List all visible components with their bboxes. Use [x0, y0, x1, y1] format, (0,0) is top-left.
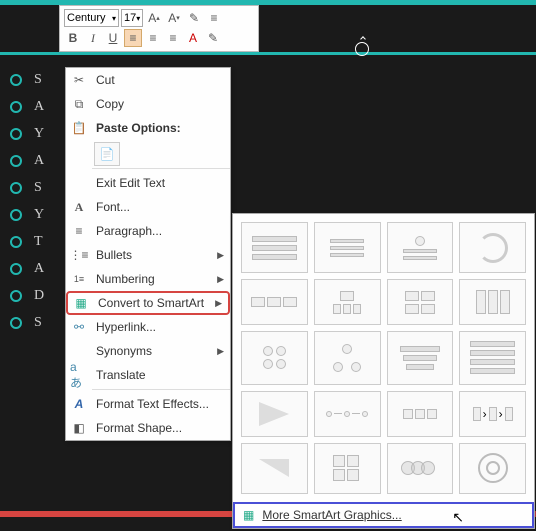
menu-format-text[interactable]: A Format Text Effects... [66, 392, 230, 416]
menu-label: Translate [96, 368, 224, 382]
smartart-option[interactable] [387, 391, 454, 436]
scissors-icon: ✂ [70, 71, 88, 89]
align-center-button[interactable]: ≡ [144, 29, 162, 47]
rotate-handle-icon[interactable] [355, 42, 369, 56]
menu-label: Synonyms [96, 344, 209, 358]
smartart-option[interactable] [241, 391, 308, 436]
font-family-select[interactable]: Century▾ [64, 9, 119, 27]
menu-label: Paragraph... [96, 224, 224, 238]
align-left-button[interactable]: ≡ [124, 29, 142, 47]
smartart-option[interactable] [241, 222, 308, 273]
paragraph-icon: ≡ [70, 222, 88, 240]
smartart-flyout: ›› ▦ More SmartArt Graphics... ↖ [232, 213, 535, 529]
submenu-arrow-icon: ▶ [217, 274, 224, 285]
smartart-option[interactable]: ›› [459, 391, 526, 436]
menu-label: Exit Edit Text [96, 176, 224, 190]
submenu-arrow-icon: ▶ [215, 298, 222, 309]
smartart-option[interactable] [241, 331, 308, 385]
menu-label: Paste Options: [96, 121, 224, 135]
menu-label: Cut [96, 73, 224, 87]
menu-label: Numbering [96, 272, 209, 286]
menu-exit-edit[interactable]: Exit Edit Text [66, 171, 230, 195]
menu-label: Format Text Effects... [96, 397, 224, 411]
smartart-option[interactable] [314, 222, 381, 273]
menu-label: Hyperlink... [96, 320, 224, 334]
smartart-option[interactable] [314, 279, 381, 324]
align-right-button[interactable]: ≡ [164, 29, 182, 47]
menu-convert-smartart[interactable]: ▦ Convert to SmartArt ▶ [66, 291, 230, 315]
menu-label: Convert to SmartArt [98, 296, 207, 310]
bold-button[interactable]: B [64, 29, 82, 47]
hyperlink-icon: ⚯ [70, 318, 88, 336]
menu-translate[interactable]: aあ Translate [66, 363, 230, 387]
menu-label: Bullets [96, 248, 209, 262]
increase-font-icon[interactable]: A▴ [145, 9, 163, 27]
smartart-option[interactable] [314, 331, 381, 385]
smartart-option[interactable] [314, 391, 381, 436]
menu-format-shape[interactable]: ◧ Format Shape... [66, 416, 230, 440]
more-smartart-button[interactable]: ▦ More SmartArt Graphics... ↖ [233, 502, 534, 528]
submenu-arrow-icon: ▶ [217, 250, 224, 261]
smartart-option[interactable] [459, 279, 526, 324]
smartart-option[interactable] [387, 443, 454, 494]
underline-button[interactable]: U [104, 29, 122, 47]
menu-cut[interactable]: ✂ Cut [66, 68, 230, 92]
slide-text-area: S A Y A S Y T A D S [10, 66, 68, 336]
menu-label: Format Shape... [96, 421, 224, 435]
menu-paste-options: 📋 Paste Options: [66, 116, 230, 140]
numbering-icon: 1≡ [70, 270, 88, 288]
smartart-option[interactable] [459, 331, 526, 385]
font-icon: A [70, 198, 88, 216]
smartart-option[interactable] [459, 443, 526, 494]
clipboard-icon: 📋 [70, 119, 88, 137]
font-color-button[interactable]: A [184, 29, 202, 47]
bullets-icon: ⋮≡ [70, 246, 88, 264]
smartart-option[interactable] [387, 279, 454, 324]
list-icon[interactable]: ≡ [205, 9, 223, 27]
smartart-icon: ▦ [72, 294, 90, 312]
submenu-arrow-icon: ▶ [217, 346, 224, 357]
font-size-select[interactable]: 17▾ [121, 9, 143, 27]
menu-hyperlink[interactable]: ⚯ Hyperlink... [66, 315, 230, 339]
more-smartart-label: More SmartArt Graphics... [262, 508, 401, 522]
menu-paragraph[interactable]: ≡ Paragraph... [66, 219, 230, 243]
cursor-icon: ↖ [452, 509, 464, 526]
menu-label: Font... [96, 200, 224, 214]
context-menu: ✂ Cut ⧉ Copy 📋 Paste Options: 📄 Exit Edi… [65, 67, 231, 441]
smartart-option[interactable] [241, 279, 308, 324]
text-effects-icon: A [70, 395, 88, 413]
smartart-icon: ▦ [243, 508, 254, 522]
menu-font[interactable]: A Font... [66, 195, 230, 219]
paste-option-button[interactable]: 📄 [94, 142, 120, 166]
smartart-option[interactable] [387, 331, 454, 385]
copy-icon: ⧉ [70, 95, 88, 113]
smartart-option[interactable] [314, 443, 381, 494]
paste-keep-icon: 📄 [100, 147, 115, 161]
menu-label: Copy [96, 97, 224, 111]
menu-copy[interactable]: ⧉ Copy [66, 92, 230, 116]
smartart-option[interactable] [241, 443, 308, 494]
translate-icon: aあ [70, 366, 88, 384]
decrease-font-icon[interactable]: A▾ [165, 9, 183, 27]
highlight-button[interactable]: ✎ [204, 29, 222, 47]
format-shape-icon: ◧ [70, 419, 88, 437]
menu-bullets[interactable]: ⋮≡ Bullets ▶ [66, 243, 230, 267]
mini-toolbar: Century▾ 17▾ A▴ A▾ ✎ ≡ B I U ≡ ≡ ≡ A ✎ [59, 5, 259, 52]
menu-synonyms[interactable]: Synonyms ▶ [66, 339, 230, 363]
smartart-option[interactable] [387, 222, 454, 273]
italic-button[interactable]: I [84, 29, 102, 47]
format-painter-icon[interactable]: ✎ [185, 9, 203, 27]
menu-numbering[interactable]: 1≡ Numbering ▶ [66, 267, 230, 291]
smartart-option[interactable] [459, 222, 526, 273]
